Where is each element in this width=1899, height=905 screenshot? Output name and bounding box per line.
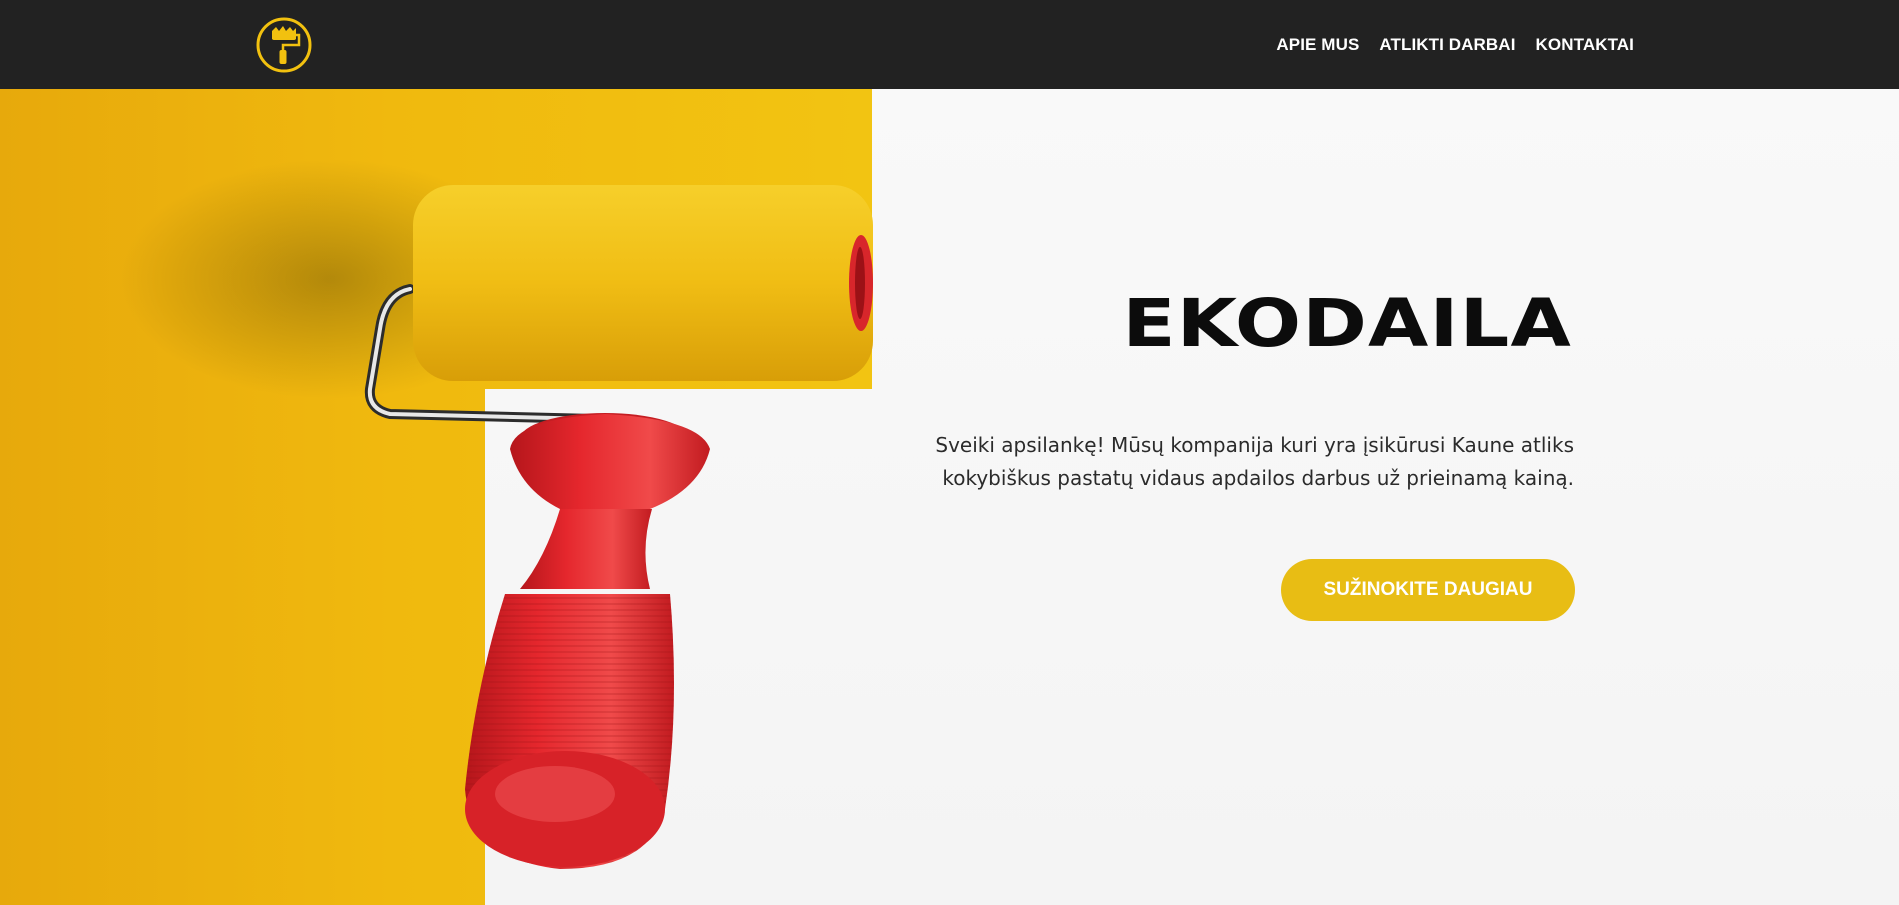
logo-link[interactable] bbox=[256, 17, 312, 73]
site-header: APIE MUS ATLIKTI DARBAI KONTAKTAI bbox=[0, 0, 1899, 89]
learn-more-button[interactable]: SUŽINOKITE DAUGIAU bbox=[1281, 559, 1575, 621]
brand-title: EKODAILA bbox=[1122, 285, 1572, 362]
paint-roller-logo-icon bbox=[256, 17, 312, 73]
hero-section: EKODAILA Sveiki apsilankę! Mūsų kompanij… bbox=[0, 89, 1899, 905]
main-nav: APIE MUS ATLIKTI DARBAI KONTAKTAI bbox=[1276, 0, 1634, 89]
nav-kontaktai[interactable]: KONTAKTAI bbox=[1536, 35, 1634, 55]
intro-text: Sveiki apsilankę! Mūsų kompanija kuri yr… bbox=[935, 433, 1574, 490]
nav-atlikti-darbai[interactable]: ATLIKTI DARBAI bbox=[1379, 35, 1515, 55]
nav-apie-mus[interactable]: APIE MUS bbox=[1276, 35, 1359, 55]
paint-roller-hero-image bbox=[0, 89, 873, 905]
page: APIE MUS ATLIKTI DARBAI KONTAKTAI EKODAI… bbox=[0, 0, 1899, 905]
